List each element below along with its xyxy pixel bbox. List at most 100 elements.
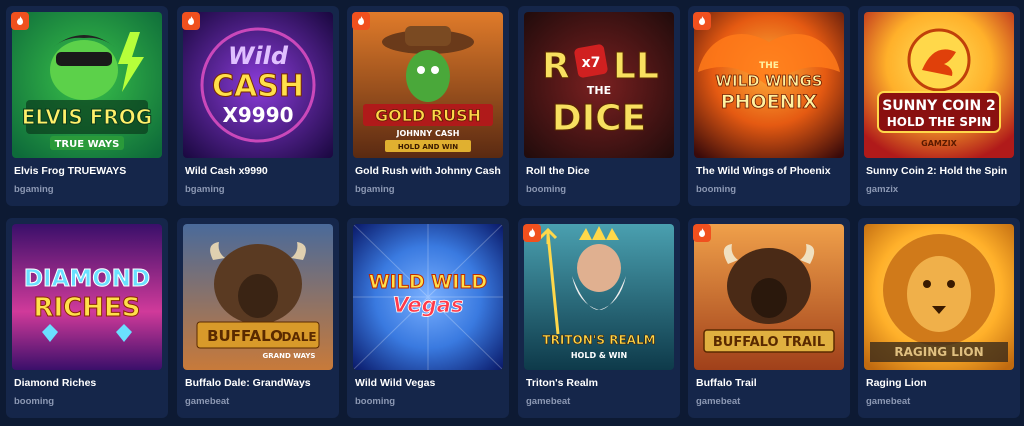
game-card[interactable]: THE WILD WINGS PHOENIX The Wild Wings of… bbox=[688, 6, 850, 206]
game-card[interactable]: R x7 LL THE DICE Roll the Dice booming bbox=[518, 6, 680, 206]
art-subtitle: GAMZIX bbox=[921, 139, 957, 148]
game-art: Wild CASH X9990 bbox=[183, 12, 333, 158]
game-card[interactable]: BUFFALO TRAIL Buffalo Trail gamebeat bbox=[688, 218, 850, 418]
game-thumbnail[interactable]: TRITON'S REALM HOLD & WIN bbox=[524, 224, 674, 370]
game-title: The Wild Wings of Phoenix bbox=[696, 165, 831, 177]
art-title: WILD WINGS bbox=[715, 72, 822, 90]
art-subtitle: THE bbox=[759, 61, 779, 71]
art-subtitle: HOLD & WIN bbox=[571, 351, 627, 360]
game-thumbnail[interactable]: BUFFALO DALE GRAND WAYS bbox=[183, 224, 333, 370]
game-card[interactable]: GOLD RUSH JOHNNY CASH HOLD AND WIN Gold … bbox=[347, 6, 509, 206]
game-thumbnail[interactable]: R x7 LL THE DICE bbox=[524, 12, 674, 158]
game-art: GOLD RUSH JOHNNY CASH HOLD AND WIN bbox=[353, 12, 503, 158]
art-title: x7 bbox=[582, 55, 601, 71]
game-provider: booming bbox=[14, 396, 55, 407]
game-art: BUFFALO TRAIL bbox=[694, 224, 844, 370]
art-title: TRITON'S REALM bbox=[542, 333, 655, 347]
art-title: CASH bbox=[212, 69, 304, 104]
game-thumbnail[interactable]: BUFFALO TRAIL bbox=[694, 224, 844, 370]
game-title: Roll the Dice bbox=[526, 165, 590, 177]
game-thumbnail[interactable]: WILD WILD Vegas bbox=[353, 224, 503, 370]
flame-icon bbox=[699, 16, 705, 25]
flame-icon bbox=[699, 228, 705, 237]
flame-icon bbox=[17, 16, 23, 25]
game-title: Wild Cash x9990 bbox=[185, 165, 268, 177]
game-provider: gamebeat bbox=[696, 396, 741, 407]
game-title: Gold Rush with Johnny Cash bbox=[355, 165, 501, 177]
game-art: TRITON'S REALM HOLD & WIN bbox=[524, 224, 674, 370]
game-provider: bgaming bbox=[185, 184, 225, 195]
games-grid: ELVIS FROG TRUE WAYS Elvis Frog TRUEWAYS… bbox=[0, 0, 1024, 426]
art-title: GOLD RUSH bbox=[375, 106, 481, 125]
game-art: WILD WILD Vegas bbox=[353, 224, 503, 370]
hot-badge bbox=[693, 224, 711, 242]
game-provider: gamebeat bbox=[185, 396, 230, 407]
art-subtitle: TRUE WAYS bbox=[55, 139, 120, 150]
art-title: PHOENIX bbox=[721, 91, 818, 113]
game-provider: bgaming bbox=[355, 184, 395, 195]
art-subtitle: X9990 bbox=[222, 103, 293, 127]
game-thumbnail[interactable]: GOLD RUSH JOHNNY CASH HOLD AND WIN bbox=[353, 12, 503, 158]
game-card[interactable]: BUFFALO DALE GRAND WAYS Buffalo Dale: Gr… bbox=[177, 218, 339, 418]
game-title: Wild Wild Vegas bbox=[355, 377, 436, 389]
game-card[interactable]: ELVIS FROG TRUE WAYS Elvis Frog TRUEWAYS… bbox=[6, 6, 168, 206]
game-thumbnail[interactable]: THE WILD WINGS PHOENIX bbox=[694, 12, 844, 158]
game-art: R x7 LL THE DICE bbox=[524, 12, 674, 158]
game-art: BUFFALO DALE GRAND WAYS bbox=[183, 224, 333, 370]
flame-icon bbox=[529, 228, 535, 237]
game-card[interactable]: RAGING LION Raging Lion gamebeat bbox=[858, 218, 1020, 418]
game-card[interactable]: SUNNY COIN 2 HOLD THE SPIN GAMZIX Sunny … bbox=[858, 6, 1020, 206]
art-title: DICE bbox=[552, 98, 646, 139]
art-title: R bbox=[542, 46, 570, 87]
art-subtitle: GRAND WAYS bbox=[263, 352, 316, 360]
hot-badge bbox=[693, 12, 711, 30]
art-title: BUFFALO bbox=[207, 327, 283, 345]
art-title: LL bbox=[613, 46, 659, 87]
game-art: SUNNY COIN 2 HOLD THE SPIN GAMZIX bbox=[864, 12, 1014, 158]
flame-icon bbox=[358, 16, 364, 25]
game-title: Buffalo Dale: GrandWays bbox=[185, 377, 311, 389]
game-provider: booming bbox=[526, 184, 567, 195]
game-card[interactable]: TRITON'S REALM HOLD & WIN Triton's Realm… bbox=[518, 218, 680, 418]
game-card[interactable]: Wild CASH X9990 Wild Cash x9990 bgaming bbox=[177, 6, 339, 206]
game-title: Buffalo Trail bbox=[696, 377, 757, 389]
art-subtitle: HOLD AND WIN bbox=[398, 143, 458, 151]
art-title: BUFFALO TRAIL bbox=[713, 335, 825, 350]
art-title: DIAMOND bbox=[24, 266, 150, 292]
game-art: ELVIS FROG TRUE WAYS bbox=[12, 12, 162, 158]
hot-badge bbox=[352, 12, 370, 30]
game-thumbnail[interactable]: RAGING LION bbox=[864, 224, 1014, 370]
game-provider: gamzix bbox=[866, 184, 899, 195]
game-art: THE WILD WINGS PHOENIX bbox=[694, 12, 844, 158]
art-title: WILD WILD bbox=[369, 271, 487, 293]
game-thumbnail[interactable]: Wild CASH X9990 bbox=[183, 12, 333, 158]
game-card[interactable]: DIAMOND RICHES Diamond Riches booming bbox=[6, 218, 168, 418]
hot-badge bbox=[523, 224, 541, 242]
game-provider: gamebeat bbox=[866, 396, 911, 407]
art-title: Vegas bbox=[393, 293, 464, 317]
game-card[interactable]: WILD WILD Vegas Wild Wild Vegas booming bbox=[347, 218, 509, 418]
game-thumbnail[interactable]: DIAMOND RICHES bbox=[12, 224, 162, 370]
art-subtitle: HOLD THE SPIN bbox=[887, 115, 992, 129]
game-provider: gamebeat bbox=[526, 396, 571, 407]
game-title: Sunny Coin 2: Hold the Spin bbox=[866, 165, 1008, 177]
game-title: Raging Lion bbox=[866, 377, 927, 389]
game-thumbnail[interactable]: ELVIS FROG TRUE WAYS bbox=[12, 12, 162, 158]
hot-badge bbox=[182, 12, 200, 30]
art-subtitle: JOHNNY CASH bbox=[396, 129, 460, 138]
game-title: Triton's Realm bbox=[526, 377, 598, 389]
art-title: ELVIS FROG bbox=[22, 105, 152, 129]
game-art: DIAMOND RICHES bbox=[12, 224, 162, 370]
flame-icon bbox=[188, 16, 194, 25]
game-title: Diamond Riches bbox=[14, 377, 97, 389]
game-provider: booming bbox=[355, 396, 396, 407]
game-provider: bgaming bbox=[14, 184, 54, 195]
game-thumbnail[interactable]: SUNNY COIN 2 HOLD THE SPIN GAMZIX bbox=[864, 12, 1014, 158]
game-art: RAGING LION bbox=[864, 224, 1014, 370]
art-title: SUNNY COIN 2 bbox=[882, 98, 996, 114]
art-title: RICHES bbox=[33, 293, 140, 323]
game-provider: booming bbox=[696, 184, 737, 195]
art-title: RAGING LION bbox=[894, 345, 983, 359]
art-subtitle: THE bbox=[587, 84, 611, 97]
art-title: Wild bbox=[228, 42, 289, 70]
